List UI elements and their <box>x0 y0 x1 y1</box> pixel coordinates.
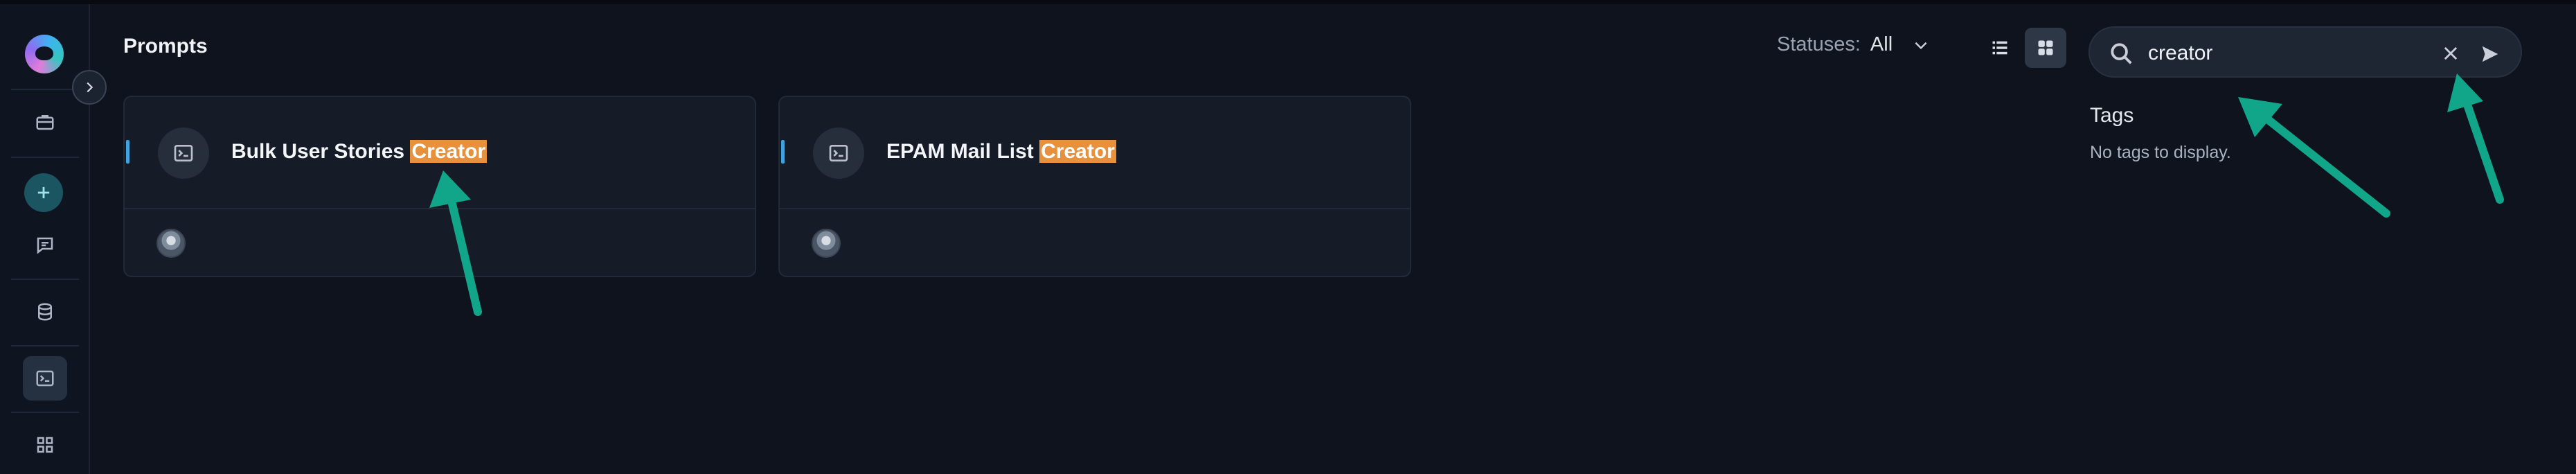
avatar[interactable] <box>156 229 186 258</box>
plus-icon <box>37 186 50 199</box>
sidebar-expand-button[interactable] <box>72 70 107 105</box>
tags-empty-message: No tags to display. <box>2090 143 2231 162</box>
clear-search-button[interactable] <box>2438 40 2464 67</box>
send-icon <box>2482 46 2498 62</box>
prompt-card[interactable]: EPAM Mail List Creator <box>778 96 1411 277</box>
prompt-type-badge <box>813 128 864 179</box>
window-top-edge <box>0 0 2576 4</box>
statuses-value: All <box>1870 33 1893 55</box>
grid-icon <box>37 437 53 453</box>
sidebar-item-apps[interactable] <box>23 423 67 467</box>
chevron-down-icon <box>1915 42 1927 49</box>
card-view-button[interactable] <box>2025 28 2066 68</box>
statuses-label: Statuses: <box>1777 33 1861 55</box>
search-bar <box>2088 26 2522 78</box>
page-title: Prompts <box>123 35 208 58</box>
terminal-icon <box>36 370 54 387</box>
terminal-icon <box>174 145 193 161</box>
statuses-filter[interactable]: Statuses: All <box>1777 33 1930 56</box>
title-text: EPAM Mail List <box>886 140 1040 163</box>
sidebar-item-chat[interactable] <box>23 223 67 267</box>
briefcase-icon <box>36 115 54 130</box>
prompt-card-title[interactable]: Bulk User Stories Creator <box>231 140 488 164</box>
sidebar-divider <box>11 345 79 346</box>
sidebar-item-briefcase[interactable] <box>23 100 67 144</box>
list-icon <box>1992 41 2007 55</box>
terminal-icon <box>829 145 848 161</box>
chat-icon <box>37 237 53 254</box>
card-divider <box>780 208 1410 209</box>
search-highlight: Creator <box>1039 140 1116 163</box>
annotation-arrowhead <box>2238 97 2282 137</box>
card-accent-bar <box>126 140 129 164</box>
chevron-right-icon <box>87 82 93 93</box>
sidebar-add-button[interactable] <box>24 173 63 212</box>
search-icon <box>2108 40 2134 67</box>
search-input[interactable] <box>2148 37 2425 69</box>
prompt-card[interactable]: Bulk User Stories Creator <box>123 96 756 277</box>
sidebar-divider <box>11 412 79 413</box>
list-view-button[interactable] <box>1979 28 2021 68</box>
tags-heading: Tags <box>2090 104 2134 127</box>
view-toggle <box>1979 28 2068 68</box>
close-icon <box>2444 46 2458 60</box>
card-accent-bar <box>781 140 785 164</box>
annotation-arrow <box>2262 114 2390 218</box>
app-logo[interactable] <box>25 35 64 73</box>
card-divider <box>125 208 755 209</box>
sidebar-divider <box>11 279 79 280</box>
search-highlight: Creator <box>410 140 488 163</box>
search-send-button[interactable] <box>2476 40 2504 68</box>
prompt-card-title[interactable]: EPAM Mail List Creator <box>886 140 1116 164</box>
database-icon <box>38 303 52 321</box>
annotation-arrow <box>2462 98 2504 204</box>
avatar[interactable] <box>812 229 841 258</box>
grid-icon <box>2038 40 2053 55</box>
prompt-type-badge <box>158 128 209 179</box>
annotation-arrowhead <box>2447 73 2483 112</box>
sidebar-divider <box>11 157 79 158</box>
sidebar-item-database[interactable] <box>23 290 67 334</box>
sidebar-divider <box>11 89 79 90</box>
sidebar-item-prompts[interactable] <box>23 356 67 401</box>
title-text: Bulk User Stories <box>231 140 411 163</box>
